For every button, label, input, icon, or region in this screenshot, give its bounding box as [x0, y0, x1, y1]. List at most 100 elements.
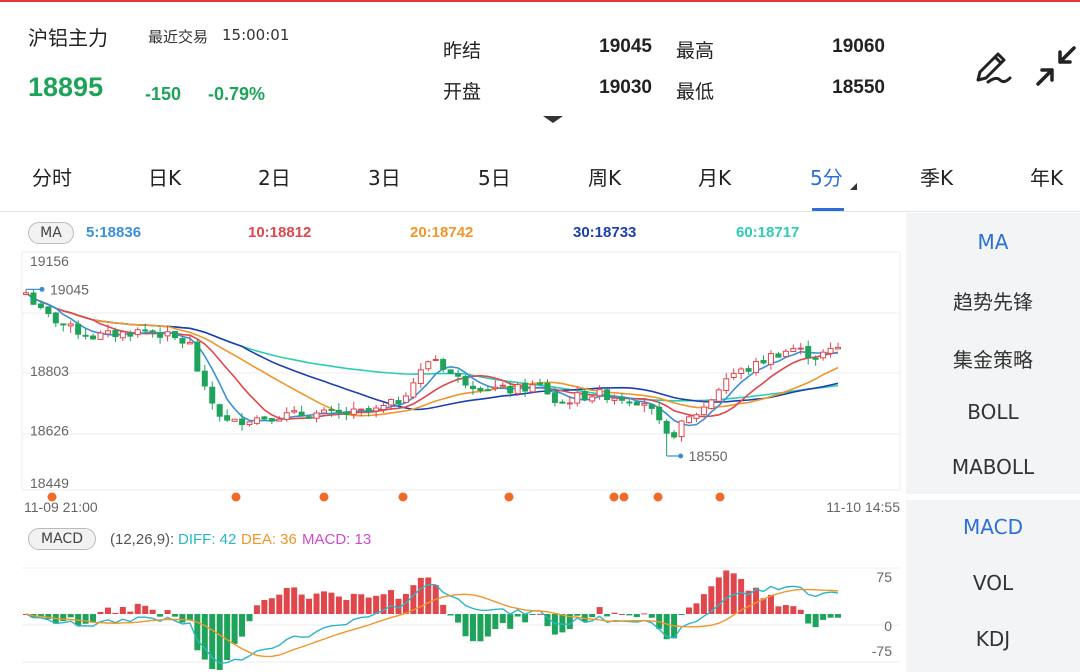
macd-bar [149, 609, 156, 614]
macd-bar [119, 606, 126, 614]
candle-body [320, 409, 327, 414]
candle-body [291, 410, 298, 413]
macd-bar [179, 614, 186, 623]
high-marker-label: 19045 [50, 281, 89, 297]
signal-marker [398, 492, 408, 502]
panel-item-strategy[interactable]: 集金策略 [906, 344, 1080, 373]
macd-bar [440, 604, 447, 614]
candle-body [402, 395, 409, 403]
candle-body [469, 385, 476, 390]
candle-body [410, 382, 417, 398]
candle-body [633, 401, 640, 406]
candle-body [700, 406, 707, 416]
candle-body [760, 360, 767, 364]
candle-body [559, 401, 566, 404]
candle-body [782, 350, 789, 357]
candle-body [753, 360, 760, 374]
candle-body [686, 416, 693, 424]
candle-body [119, 331, 126, 339]
macd-bar [499, 614, 506, 623]
high-marker-dot [39, 286, 45, 292]
macd-bar [194, 614, 201, 651]
candle-body [484, 389, 491, 392]
candle-body [477, 387, 484, 391]
macd-bar [641, 613, 648, 615]
signal-marker [231, 492, 241, 502]
candle-body [104, 330, 111, 335]
candle-body [298, 411, 305, 417]
macd-bar [388, 590, 395, 614]
macd-bar [142, 605, 149, 614]
x-end-label: 11-10 14:55 [826, 499, 900, 515]
candle-body [82, 334, 89, 337]
draw-pen-icon[interactable] [970, 46, 1014, 90]
candle-body [514, 384, 521, 395]
candle-body [656, 406, 663, 421]
macd-tick-label: -75 [872, 643, 892, 659]
candle-body [805, 346, 812, 359]
tab-yearly[interactable]: 年K [1030, 162, 1063, 191]
candle-body [112, 329, 119, 338]
kline-chart[interactable]: 19156 18803 18626 18449 11-09 21:00 11-10 14:… [0, 0, 906, 672]
candle-body [60, 323, 67, 326]
candle-body [134, 329, 141, 336]
macd-bar [715, 577, 722, 614]
candle-body [350, 408, 357, 415]
candle-body [276, 418, 283, 422]
macd-bar [447, 614, 454, 616]
candle-body [380, 404, 387, 411]
macd-bar [417, 577, 424, 614]
macd-bar [827, 614, 834, 618]
macd-tick-label: 75 [876, 569, 892, 585]
macd-bar [425, 577, 432, 614]
macd-bar [678, 614, 685, 615]
macd-bar [97, 611, 104, 614]
macd-bar [82, 614, 89, 624]
candle-body [209, 386, 216, 404]
macd-bar [723, 570, 730, 614]
macd-bar [767, 594, 774, 614]
tab-quarterly[interactable]: 季K [920, 162, 953, 191]
candle-body [678, 420, 685, 438]
candle-body [611, 397, 618, 401]
candle-body [499, 384, 506, 387]
panel-item-vol[interactable]: VOL [906, 571, 1080, 595]
candle-body [715, 389, 722, 402]
candle-body [45, 306, 52, 315]
candle-body [820, 351, 827, 359]
candle-body [171, 331, 178, 339]
candle-body [544, 382, 551, 395]
macd-bar [775, 606, 782, 614]
candle-body [313, 412, 320, 419]
macd-bar [700, 594, 707, 614]
panel-item-kdj[interactable]: KDJ [906, 627, 1080, 651]
panel-item-macd[interactable]: MACD [906, 515, 1080, 539]
candle-body [671, 432, 678, 438]
macd-bar [559, 614, 566, 633]
panel-item-ma[interactable]: MA [906, 230, 1080, 254]
panel-divider [906, 494, 1080, 500]
collapse-icon[interactable] [1034, 44, 1078, 88]
candle-body [231, 418, 238, 422]
low-marker-dot [678, 453, 684, 459]
candle-body [164, 331, 171, 337]
candle-body [432, 359, 439, 362]
macd-bar [306, 598, 313, 614]
candle-body [417, 369, 424, 385]
panel-item-maboll[interactable]: MABOLL [906, 455, 1080, 479]
macd-bar [231, 614, 238, 644]
candle-body [388, 399, 395, 406]
candle-body [708, 399, 715, 409]
macd-bar [328, 592, 335, 614]
macd-bar [313, 593, 320, 614]
panel-item-trend[interactable]: 趋势先锋 [906, 286, 1080, 315]
candle-body [142, 329, 149, 332]
macd-bar [820, 614, 827, 620]
panel-item-boll[interactable]: BOLL [906, 400, 1080, 424]
macd-tick-label: 0 [884, 618, 892, 634]
candle-body [835, 346, 841, 350]
signal-marker [504, 492, 514, 502]
candle-body [335, 409, 342, 413]
candle-body [589, 396, 596, 402]
candle-body [157, 332, 164, 338]
